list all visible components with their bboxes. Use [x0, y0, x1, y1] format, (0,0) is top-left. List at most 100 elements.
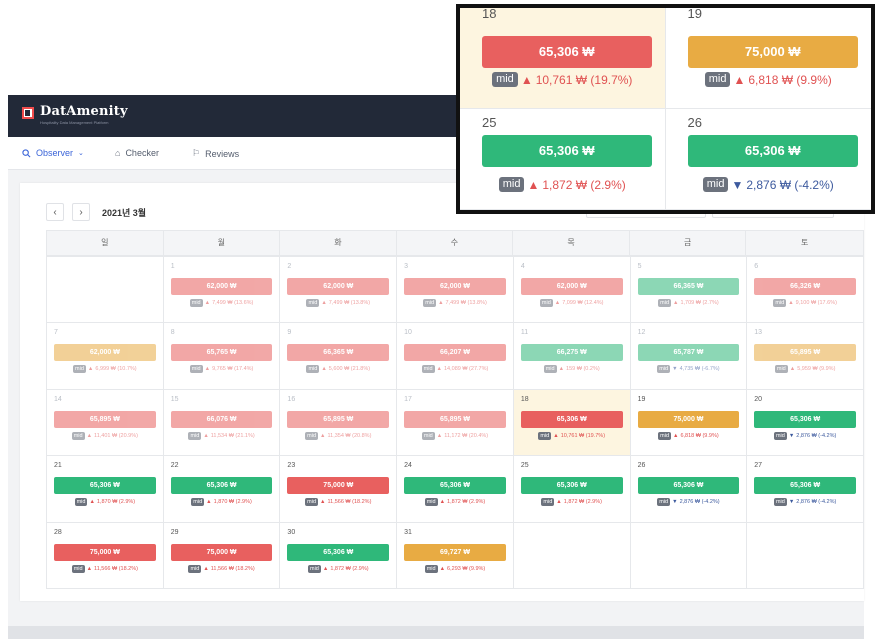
- zoom-day-cell[interactable]: 18 65,306 ₩ mid ▲ 10,761 ₩ (19.7%): [460, 6, 666, 109]
- price-badge[interactable]: 65,306 ₩: [482, 135, 652, 167]
- calendar-day-cell[interactable]: 20 65,306 ₩ mid ▼ 2,876 ₩ (-4.2%): [747, 389, 864, 457]
- zoom-day-cell[interactable]: 26 65,306 ₩ mid ▼ 2,876 ₩ (-4.2%): [665, 109, 871, 210]
- day-number: 1: [170, 263, 175, 270]
- day-number: 21: [54, 462, 62, 470]
- price-badge[interactable]: 65,306 ₩: [520, 410, 623, 428]
- day-number: 25: [482, 115, 497, 130]
- price-delta: mid ▲ 6,293 ₩ (9.9%): [397, 564, 513, 573]
- price-badge[interactable]: 62,000 ₩: [520, 278, 623, 295]
- calendar-day-cell[interactable]: 24 65,306 ₩ mid ▲ 1,872 ₩ (2.9%): [397, 456, 514, 523]
- logo-icon: [22, 107, 34, 119]
- calendar-day-cell[interactable]: 26 65,306 ₩ mid ▼ 2,876 ₩ (-4.2%): [630, 456, 748, 523]
- day-number: 16: [287, 395, 296, 403]
- calendar-day-cell[interactable]: 23 75,000 ₩ mid ▲ 11,566 ₩ (18.2%): [280, 456, 398, 523]
- price-badge[interactable]: 65,306 ₩: [482, 36, 652, 68]
- price-badge[interactable]: 65,765 ₩: [170, 344, 273, 362]
- price-badge[interactable]: 65,306 ₩: [287, 543, 390, 561]
- calendar-day-cell[interactable]: 2 62,000 ₩ mid ▲ 7,499 ₩ (13.8%): [280, 257, 398, 324]
- price-badge[interactable]: 66,326 ₩: [754, 278, 856, 295]
- price-badge[interactable]: 65,895 ₩: [287, 410, 390, 428]
- price-badge[interactable]: 75,000 ₩: [170, 543, 273, 561]
- calendar-day-cell[interactable]: 5 66,365 ₩ mid ▲ 1,709 ₩ (2.7%): [630, 257, 748, 324]
- calendar-day-cell[interactable]: 21 65,306 ₩ mid ▲ 1,870 ₩ (2.9%): [47, 456, 164, 523]
- price-badge[interactable]: 66,275 ₩: [520, 344, 623, 362]
- mid-badge: mid: [73, 365, 86, 374]
- zoom-day-cell[interactable]: 25 65,306 ₩ mid ▲ 1,872 ₩ (2.9%): [460, 109, 666, 210]
- price-delta: mid ▲ 1,872 ₩ (2.9%): [280, 564, 396, 573]
- weekday-label: 목: [513, 231, 630, 255]
- price-badge[interactable]: 75,000 ₩: [637, 410, 740, 428]
- next-month-button[interactable]: ›: [72, 203, 90, 221]
- price-delta: mid ▲ 7,499 ₩ (13.8%): [280, 299, 396, 307]
- arrow-up-icon: ▲: [87, 366, 94, 373]
- price-badge[interactable]: 65,306 ₩: [404, 477, 506, 495]
- calendar-day-cell[interactable]: 22 65,306 ₩ mid ▲ 1,870 ₩ (2.9%): [163, 456, 281, 523]
- price-badge[interactable]: 75,000 ₩: [687, 36, 858, 68]
- nav-reviews[interactable]: ⚐ Reviews: [192, 148, 239, 159]
- price-delta: mid ▲ 1,709 ₩ (2.7%): [631, 299, 747, 307]
- prev-month-button[interactable]: ‹: [46, 203, 64, 221]
- price-badge[interactable]: 62,000 ₩: [404, 278, 506, 295]
- price-badge[interactable]: 66,207 ₩: [404, 344, 506, 362]
- calendar-day-cell[interactable]: 19 75,000 ₩ mid ▲ 6,818 ₩ (9.9%): [630, 389, 748, 457]
- calendar-day-cell[interactable]: 27 65,306 ₩ mid ▼ 2,876 ₩ (-4.2%): [747, 456, 864, 523]
- calendar-day-cell[interactable]: 17 65,895 ₩ mid ▲ 11,172 ₩ (20.4%): [397, 389, 514, 457]
- calendar-day-cell[interactable]: 13 65,895 ₩ mid ▲ 5,959 ₩ (9.9%): [747, 323, 864, 390]
- calendar-day-cell[interactable]: 25 65,306 ₩ mid ▲ 1,872 ₩ (2.9%): [513, 456, 631, 523]
- price-badge[interactable]: 65,895 ₩: [754, 344, 856, 362]
- calendar-day-cell[interactable]: 8 65,765 ₩ mid ▲ 9,765 ₩ (17.4%): [163, 323, 281, 390]
- mid-badge: mid: [704, 72, 731, 88]
- mid-badge: mid: [773, 299, 787, 307]
- calendar-day-cell[interactable]: 30 65,306 ₩ mid ▲ 1,872 ₩ (2.9%): [280, 522, 398, 589]
- calendar-day-cell[interactable]: 4 62,000 ₩ mid ▲ 7,099 ₩ (12.4%): [513, 257, 631, 324]
- calendar-day-cell[interactable]: 28 75,000 ₩ mid ▲ 11,566 ₩ (18.2%): [47, 522, 164, 589]
- day-number: 6: [754, 263, 759, 270]
- price-badge[interactable]: 65,306 ₩: [754, 477, 856, 495]
- price-badge[interactable]: 66,365 ₩: [637, 278, 740, 295]
- price-badge[interactable]: 66,076 ₩: [170, 410, 273, 428]
- price-badge[interactable]: 69,727 ₩: [404, 543, 506, 561]
- price-badge[interactable]: 62,000 ₩: [287, 278, 390, 295]
- calendar-day-cell[interactable]: 15 66,076 ₩ mid ▲ 11,534 ₩ (21.1%): [163, 389, 281, 457]
- brand-tagline: Hospitality Data Management Platform: [40, 120, 109, 125]
- calendar-day-cell[interactable]: 3 62,000 ₩ mid ▲ 7,499 ₩ (13.8%): [397, 257, 514, 324]
- chevron-down-icon: ⌄: [78, 150, 84, 157]
- zoom-day-cell[interactable]: 19 75,000 ₩ mid ▲ 6,818 ₩ (9.9%): [665, 6, 871, 109]
- price-badge[interactable]: 65,787 ₩: [637, 344, 740, 362]
- price-badge[interactable]: 66,365 ₩: [287, 344, 390, 362]
- price-badge[interactable]: 62,000 ₩: [170, 278, 273, 295]
- nav-checker[interactable]: ⌂ Checker: [115, 148, 159, 158]
- nav-observer[interactable]: Observer ⌄: [22, 148, 84, 158]
- calendar-empty-cell: [747, 522, 864, 589]
- price-badge[interactable]: 65,306 ₩: [637, 477, 740, 495]
- price-badge[interactable]: 65,895 ₩: [54, 410, 156, 428]
- price-badge[interactable]: 75,000 ₩: [54, 543, 156, 561]
- day-number: 11: [520, 329, 529, 337]
- calendar-day-cell[interactable]: 9 66,365 ₩ mid ▲ 5,600 ₩ (21.8%): [280, 323, 398, 390]
- price-badge[interactable]: 65,306 ₩: [754, 410, 856, 428]
- calendar-day-cell[interactable]: 14 65,895 ₩ mid ▲ 11,401 ₩ (20.9%): [47, 389, 164, 457]
- price-badge[interactable]: 65,306 ₩: [687, 135, 858, 167]
- calendar-day-cell[interactable]: 12 65,787 ₩ mid ▼ 4,735 ₩ (-6.7%): [630, 323, 748, 390]
- calendar-day-cell[interactable]: 6 66,326 ₩ mid ▲ 9,100 ₩ (17.6%): [747, 257, 864, 324]
- price-badge[interactable]: 62,000 ₩: [54, 344, 156, 362]
- price-badge[interactable]: 65,306 ₩: [54, 477, 156, 495]
- price-delta: mid ▲ 1,872 ₩ (2.9%): [397, 498, 513, 507]
- calendar-day-cell[interactable]: 7 62,000 ₩ mid ▲ 6,999 ₩ (10.7%): [47, 323, 164, 390]
- calendar-day-cell[interactable]: 31 69,727 ₩ mid ▲ 6,293 ₩ (9.9%): [397, 522, 514, 589]
- calendar-day-cell[interactable]: 10 66,207 ₩ mid ▲ 14,089 ₩ (27.7%): [397, 323, 514, 390]
- price-badge[interactable]: 65,306 ₩: [170, 477, 273, 495]
- calendar-day-cell[interactable]: 1 62,000 ₩ mid ▲ 7,499 ₩ (13.6%): [163, 257, 281, 324]
- price-badge[interactable]: 75,000 ₩: [287, 477, 390, 495]
- day-number: 2: [287, 263, 292, 270]
- price-badge[interactable]: 65,306 ₩: [520, 477, 623, 495]
- calendar-day-cell[interactable]: 29 75,000 ₩ mid ▲ 11,566 ₩ (18.2%): [163, 522, 281, 589]
- price-badge[interactable]: 65,895 ₩: [404, 410, 506, 428]
- calendar-day-cell[interactable]: 18 65,306 ₩ mid ▲ 10,761 ₩ (19.7%): [513, 389, 631, 457]
- day-number: 20: [754, 395, 763, 403]
- price-delta: mid ▲ 11,172 ₩ (20.4%): [397, 431, 513, 440]
- price-delta: mid ▼ 2,876 ₩ (-4.2%): [747, 498, 863, 507]
- brand-logo[interactable]: DatAmenity Hospitality Data Management P…: [22, 105, 128, 125]
- calendar-day-cell[interactable]: 11 66,275 ₩ mid ▲ 159 ₩ (0.2%): [513, 323, 631, 390]
- calendar-day-cell[interactable]: 16 65,895 ₩ mid ▲ 11,354 ₩ (20.8%): [280, 389, 398, 457]
